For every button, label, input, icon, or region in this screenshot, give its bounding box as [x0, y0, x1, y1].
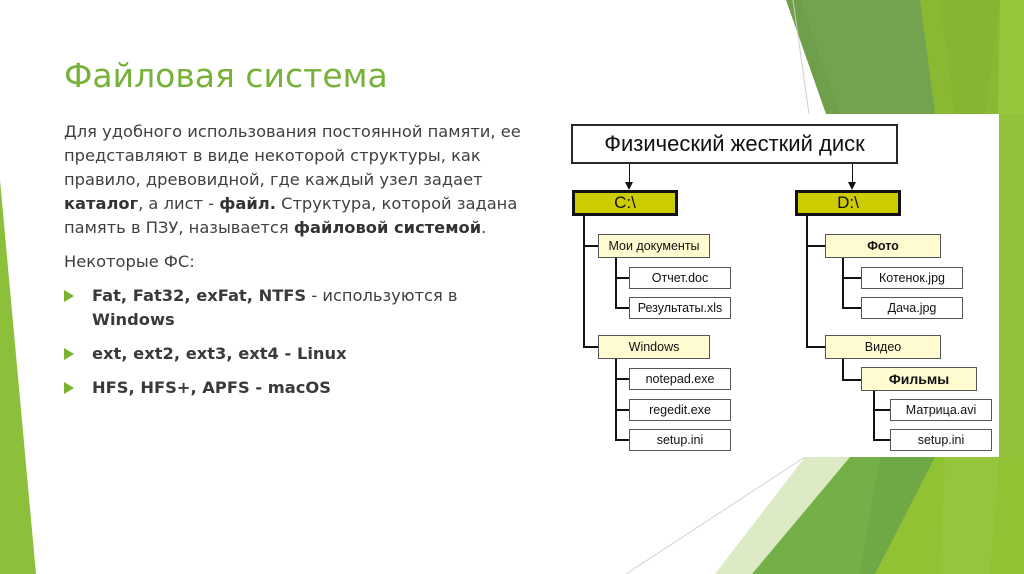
arrow-down-icon	[848, 182, 856, 190]
decor-shape	[940, 457, 1000, 574]
connector	[615, 439, 630, 441]
connector	[873, 439, 891, 441]
connector	[842, 258, 844, 308]
file-tree-diagram: Физический жесткий диск C:\ D:\ Мои доку…	[552, 114, 999, 457]
slide-content: Для удобного использования постоянной па…	[64, 120, 544, 410]
term-filesystem: файловой системой	[293, 218, 482, 237]
folder-windows: Windows	[598, 335, 710, 359]
triangle-right-icon	[64, 382, 74, 394]
file-item: Матрица.avi	[890, 399, 992, 421]
list-item: HFS, HFS+, APFS - macOS	[64, 376, 544, 400]
list-item: ext, ext2, ext3, ext4 - Linux	[64, 342, 544, 366]
connector	[615, 277, 630, 279]
drive-c: C:\	[572, 190, 678, 216]
connector	[806, 346, 826, 348]
list-item: Fat, Fat32, exFat, NTFS - используются в…	[64, 284, 544, 332]
connector	[583, 245, 599, 247]
folder-my-documents: Мои документы	[598, 234, 710, 258]
folder-video: Видео	[825, 335, 941, 359]
triangle-right-icon	[64, 348, 74, 360]
decor-shape	[0, 180, 36, 574]
fs-desc: - используются в	[306, 286, 458, 305]
connector	[583, 346, 599, 348]
connector	[873, 409, 891, 411]
file-item: Дача.jpg	[861, 297, 963, 319]
root-node: Физический жесткий диск	[571, 124, 898, 164]
text: , а лист -	[138, 194, 220, 213]
connector	[615, 409, 630, 411]
connector	[806, 216, 808, 347]
file-item: setup.ini	[629, 429, 731, 451]
triangle-right-icon	[64, 290, 74, 302]
intro-paragraph: Для удобного использования постоянной па…	[64, 120, 544, 240]
connector	[615, 258, 617, 308]
fs-list: Fat, Fat32, exFat, NTFS - используются в…	[64, 284, 544, 400]
connector	[615, 359, 617, 441]
term-catalog: каталог	[64, 194, 139, 213]
fs-names: ext, ext2, ext3, ext4 - Linux	[92, 344, 347, 363]
drive-d: D:\	[795, 190, 901, 216]
file-item: Отчет.doc	[629, 267, 731, 289]
connector	[806, 245, 826, 247]
connector	[842, 277, 862, 279]
connector	[629, 164, 630, 184]
fs-os: Windows	[92, 310, 175, 329]
connector	[583, 216, 585, 347]
connector	[615, 378, 630, 380]
term-file: файл.	[219, 194, 276, 213]
connector	[842, 307, 862, 309]
connector	[842, 379, 862, 381]
file-item: Результаты.xls	[629, 297, 731, 319]
fs-names: Fat, Fat32, exFat, NTFS	[92, 286, 307, 305]
connector	[873, 391, 875, 441]
subheading: Некоторые ФС:	[64, 252, 195, 271]
folder-films: Фильмы	[861, 367, 977, 391]
file-item: notepad.exe	[629, 368, 731, 390]
file-item: Котенок.jpg	[861, 267, 963, 289]
text: Для удобного использования постоянной па…	[64, 122, 521, 189]
folder-photo: Фото	[825, 234, 941, 258]
fs-names: HFS, HFS+, APFS - macOS	[92, 378, 331, 397]
connector	[842, 359, 844, 381]
connector	[615, 307, 630, 309]
text: .	[481, 218, 487, 237]
slide-title: Файловая система	[64, 56, 388, 95]
connector	[852, 164, 853, 184]
file-item: setup.ini	[890, 429, 992, 451]
file-item: regedit.exe	[629, 399, 731, 421]
arrow-down-icon	[625, 182, 633, 190]
